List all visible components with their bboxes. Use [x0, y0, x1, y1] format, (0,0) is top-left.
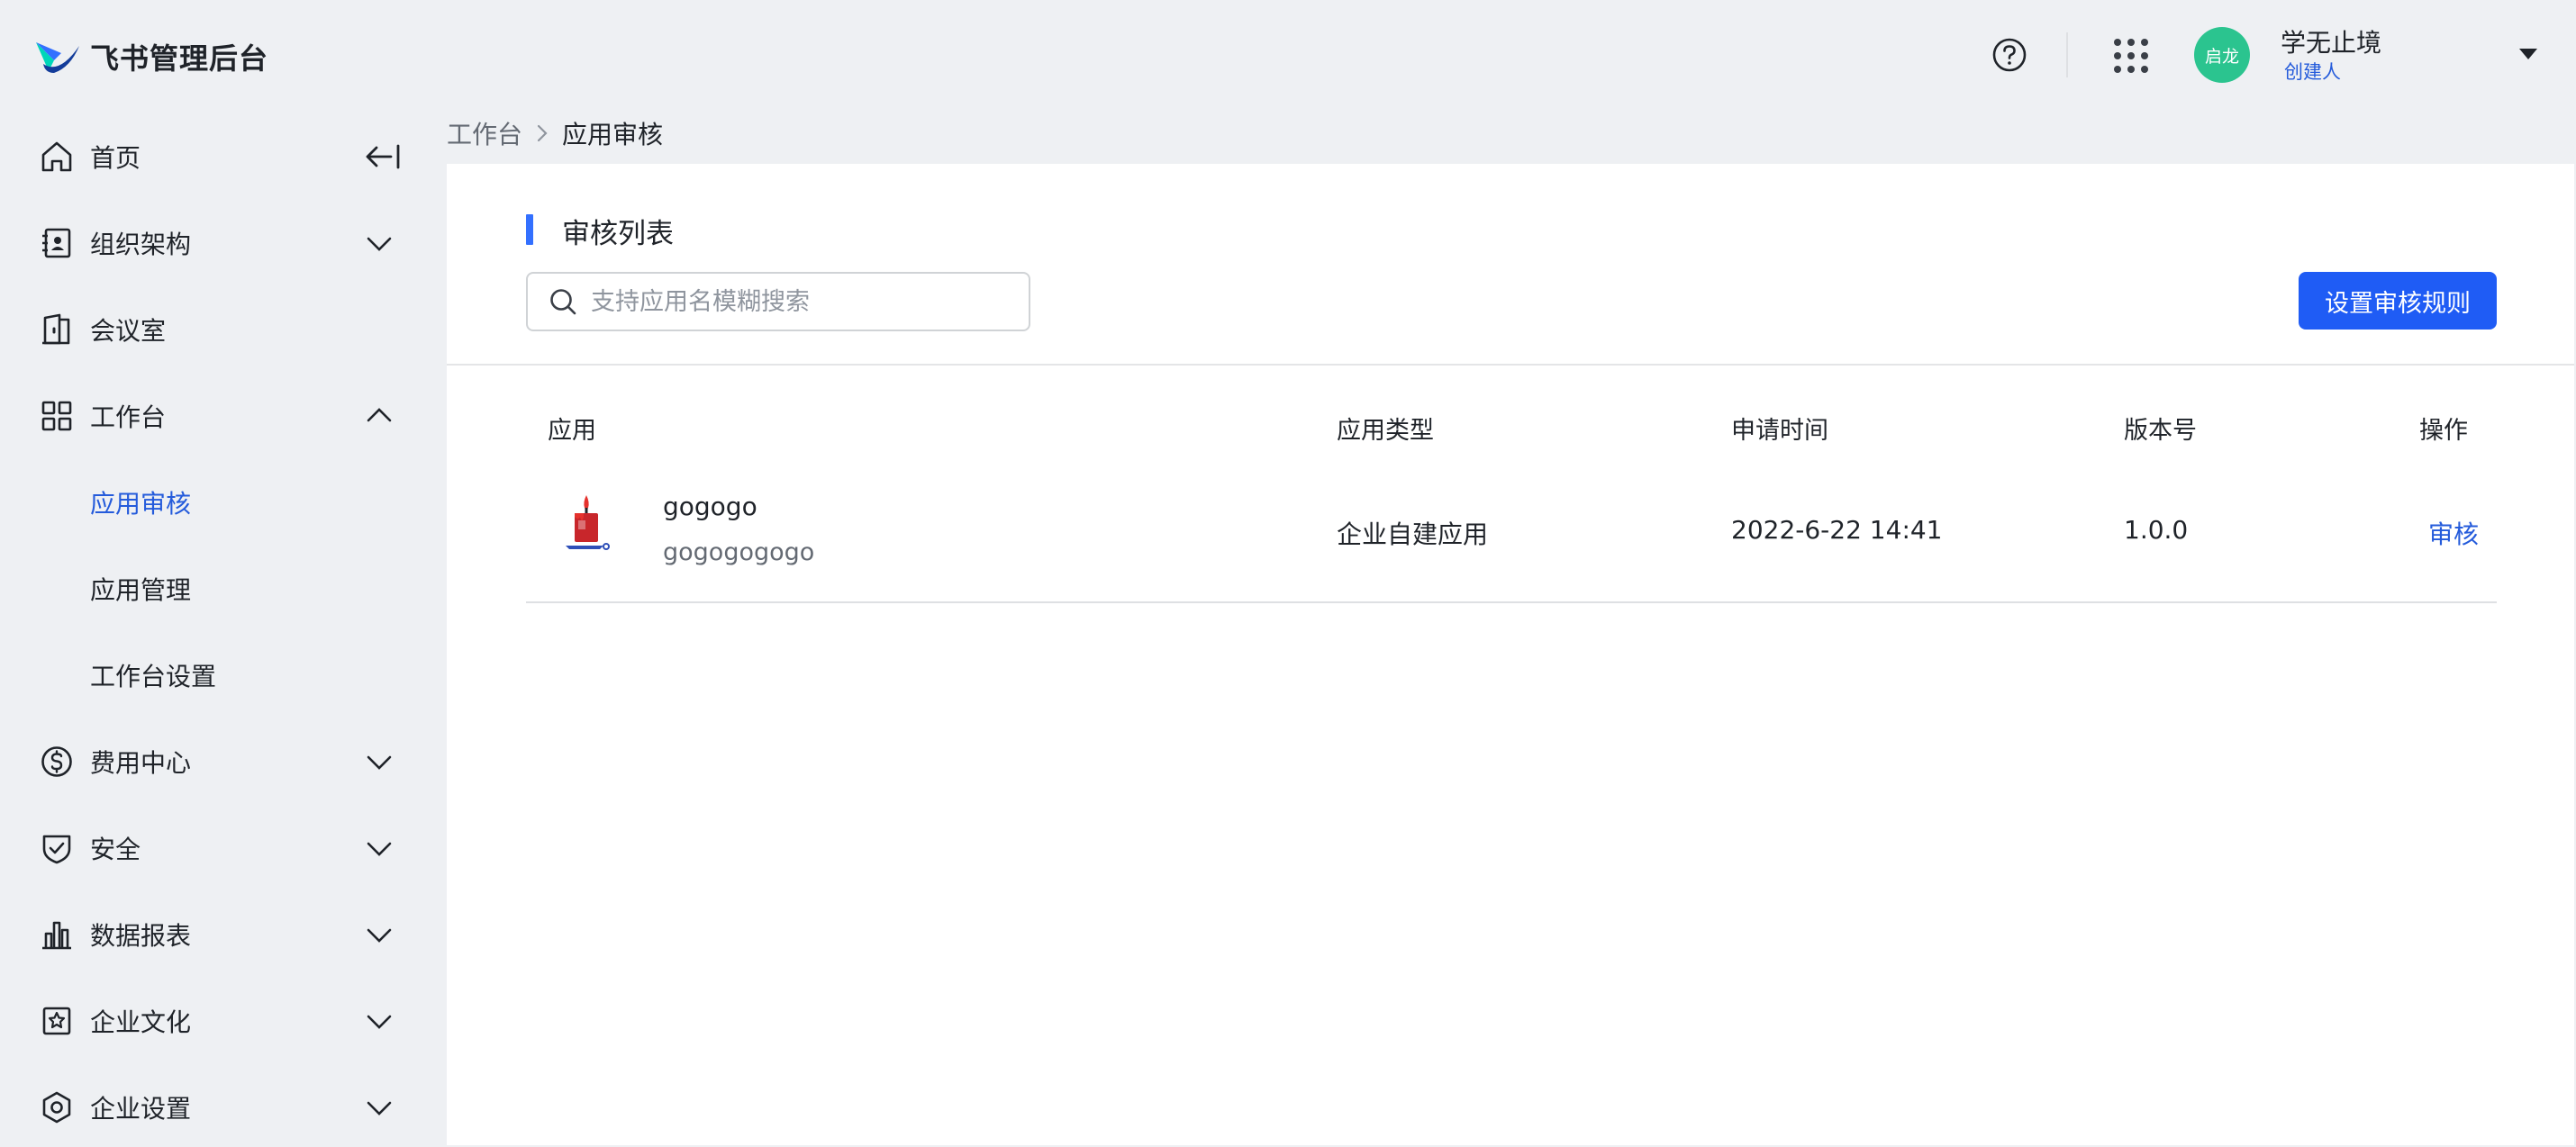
app-name[interactable]: gogogo: [663, 492, 757, 521]
sidebar-item-label: 数据报表: [90, 921, 192, 951]
shield-icon: [42, 835, 71, 864]
column-header-app-type: 应用类型: [1337, 417, 1434, 445]
sidebar-item-meeting-room[interactable]: 会议室: [0, 294, 447, 366]
breadcrumb-current: 应用审核: [562, 120, 664, 149]
set-review-rules-button[interactable]: 设置审核规则: [2299, 272, 2497, 330]
search-icon: [550, 289, 576, 315]
culture-icon: [42, 1007, 71, 1035]
breadcrumb-parent[interactable]: 工作台: [447, 115, 522, 151]
header-divider: [2066, 32, 2068, 77]
chevron-down-icon: [367, 1015, 392, 1029]
sidebar-item-label: 企业设置: [90, 1094, 192, 1124]
row-divider: [526, 601, 2497, 603]
version-cell: 1.0.0: [2124, 515, 2189, 545]
chevron-down-icon: [367, 842, 392, 856]
app-type-cell: 企业自建应用: [1337, 519, 1489, 549]
brand-name: 飞书管理后台: [90, 41, 269, 76]
sidebar-item-enterprise-settings[interactable]: 企业设置: [0, 1071, 447, 1143]
brand-logo[interactable]: 飞书管理后台: [34, 36, 268, 77]
org-icon: [42, 228, 71, 258]
user-role: 创建人: [2284, 61, 2341, 83]
sidebar-item-label: 会议室: [90, 316, 167, 346]
review-link[interactable]: 审核: [2428, 515, 2479, 551]
column-header-action: 操作: [2419, 417, 2468, 445]
user-menu-caret-icon[interactable]: [2518, 47, 2538, 61]
app-description: gogogogogo: [663, 538, 815, 566]
workbench-icon: [41, 401, 72, 431]
sidebar-item-label: 安全: [90, 835, 141, 864]
sidebar-item-label: 应用管理: [90, 575, 192, 605]
sidebar-item-workbench[interactable]: 工作台: [0, 380, 447, 452]
search-box[interactable]: [526, 272, 1030, 331]
sidebar-item-culture[interactable]: 企业文化: [0, 985, 447, 1057]
candle-app-icon: [566, 495, 610, 550]
collapse-sidebar-icon[interactable]: [364, 140, 402, 173]
sidebar-item-label: 费用中心: [90, 748, 192, 778]
user-name[interactable]: 学无止境: [2281, 23, 2381, 59]
sidebar-item-security[interactable]: 安全: [0, 812, 447, 884]
chevron-down-icon: [367, 1101, 392, 1115]
sidebar-item-label: 工作台设置: [90, 662, 217, 691]
section-accent-bar: [526, 214, 533, 245]
column-header-app: 应用: [548, 417, 596, 445]
sidebar-item-label: 工作台: [90, 402, 167, 432]
sidebar-item-label: 企业文化: [90, 1007, 192, 1037]
app-grid-icon[interactable]: [2111, 36, 2151, 76]
sidebar-item-app-review[interactable]: 应用审核: [0, 466, 447, 538]
feishu-logo-icon: [36, 42, 79, 73]
page-title: 审核列表: [562, 218, 674, 250]
sidebar-item-label: 组织架构: [90, 230, 192, 259]
sidebar-item-workbench-settings[interactable]: 工作台设置: [0, 639, 447, 711]
home-icon: [41, 141, 72, 172]
sidebar-item-reports[interactable]: 数据报表: [0, 899, 447, 971]
bar-chart-icon: [42, 921, 71, 950]
sidebar: 首页 组织架构 会议室 工作台 应用审核 应用管理 工作台设置 费用中心 安全 …: [0, 112, 447, 1147]
dollar-icon: [41, 746, 72, 777]
chevron-up-icon: [367, 408, 392, 422]
avatar[interactable]: 启龙: [2194, 27, 2250, 83]
section-divider: [447, 364, 2574, 366]
column-header-version: 版本号: [2124, 417, 2197, 445]
sidebar-item-label: 应用审核: [90, 489, 192, 519]
help-icon[interactable]: [1991, 36, 2028, 74]
column-header-apply-time: 申请时间: [1731, 417, 1828, 445]
chevron-right-icon: [537, 124, 548, 142]
meeting-room-icon: [42, 313, 70, 345]
main-panel: 审核列表 设置审核规则 应用 应用类型 申请时间 版本号 操作 gogogo g…: [447, 164, 2574, 1145]
settings-icon: [42, 1091, 71, 1124]
chevron-down-icon: [367, 928, 392, 943]
apply-time-cell: 2022-6-22 14:41: [1731, 515, 1943, 545]
top-bar: 飞书管理后台 启龙 学无止境 创建人: [0, 0, 2576, 112]
sidebar-item-home[interactable]: 首页: [0, 121, 447, 193]
breadcrumb: 工作台 应用审核: [447, 115, 663, 151]
sidebar-item-org[interactable]: 组织架构: [0, 207, 447, 279]
chevron-down-icon: [367, 755, 392, 770]
sidebar-item-app-management[interactable]: 应用管理: [0, 553, 447, 625]
sidebar-item-billing[interactable]: 费用中心: [0, 726, 447, 798]
chevron-down-icon: [367, 237, 392, 251]
search-input[interactable]: [591, 276, 1014, 327]
sidebar-item-label: 首页: [90, 143, 141, 173]
